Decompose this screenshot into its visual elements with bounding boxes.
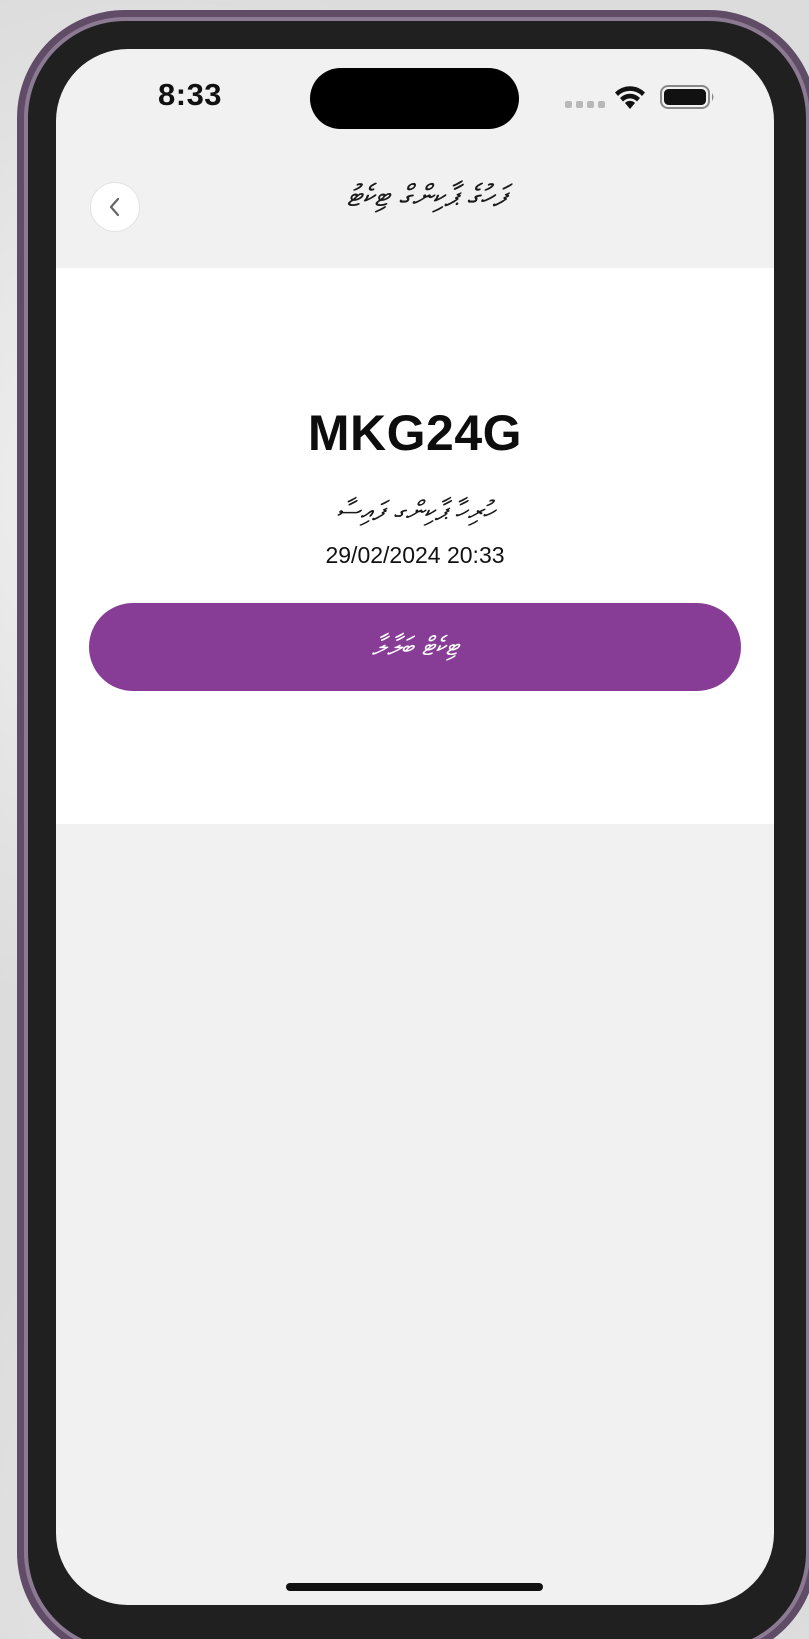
screen: 8:33 ފަހުގެ ޕާކިންގް ޓިކެޓު MKG24G ހުރިހ… <box>56 49 774 1605</box>
back-button[interactable] <box>90 182 140 232</box>
dynamic-island <box>310 68 519 129</box>
status-bar: 8:33 <box>56 49 774 145</box>
plate-number: MKG24G <box>307 405 523 461</box>
battery-icon <box>660 85 714 109</box>
ticket-datetime: 29/02/2024 20:33 <box>325 542 505 568</box>
signal-icon <box>565 101 605 108</box>
view-ticket-button[interactable]: ޓިކެޓް ބަލާލާ <box>89 603 741 691</box>
ticket-status: ހުރިހާ ޕާކިންގ ފައިސާ <box>336 496 494 527</box>
status-time: 8:33 <box>158 77 223 112</box>
chevron-left-icon <box>109 197 120 217</box>
home-indicator[interactable] <box>286 1583 543 1591</box>
wifi-icon <box>615 86 645 109</box>
page-title: ފަހުގެ ޕާކިންގް ޓިކެޓު <box>346 179 506 214</box>
ticket-card: MKG24G ހުރިހާ ޕާކިންގ ފައިސާ 29/02/2024 … <box>56 268 774 824</box>
